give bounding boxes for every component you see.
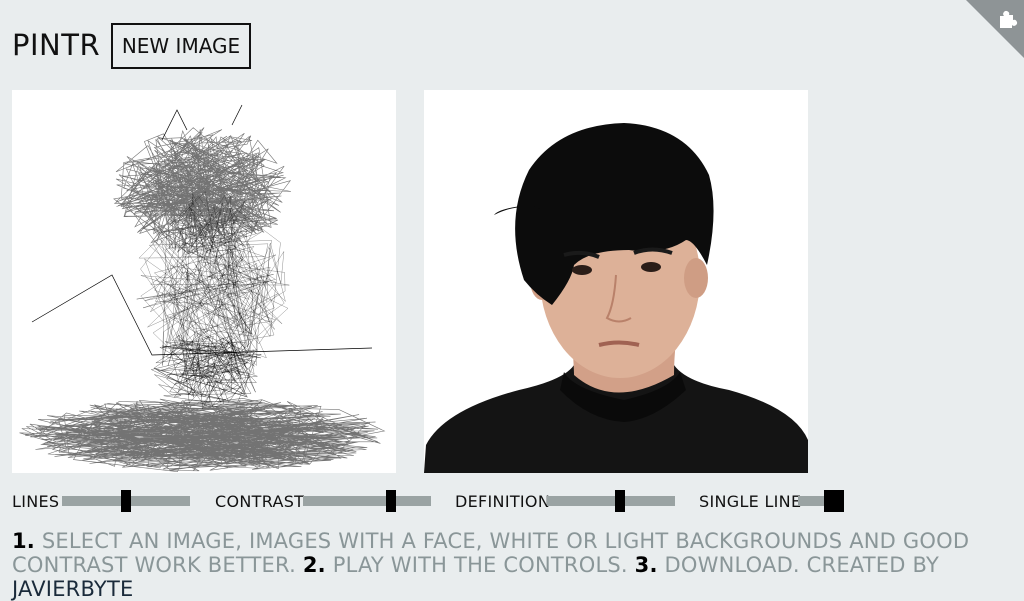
line-drawing-canvas — [12, 90, 396, 473]
step-2-number: 2. — [302, 553, 326, 577]
contrast-slider[interactable] — [303, 490, 431, 512]
line-drawing — [19, 104, 386, 473]
single-line-toggle[interactable] — [824, 490, 844, 512]
lines-slider[interactable] — [62, 490, 190, 512]
step-3-number: 3. — [634, 553, 658, 577]
author-link[interactable]: JAVIERBYTE — [12, 577, 133, 601]
lines-label: LINES — [12, 492, 60, 511]
contrast-slider-thumb[interactable] — [385, 490, 396, 512]
app-logo: PINTR — [12, 28, 101, 62]
definition-label: DEFINITION — [455, 492, 551, 511]
definition-slider-thumb[interactable] — [615, 490, 626, 512]
instructions-text: 1. SELECT AN IMAGE, IMAGES WITH A FACE, … — [12, 529, 1012, 601]
step-1-number: 1. — [12, 529, 35, 553]
controls-bar: LINES CONTRAST DEFINITION SINGLE LINE — [12, 490, 1012, 514]
step-2-text: PLAY WITH THE CONTROLS. — [325, 553, 635, 577]
step-3-text: DOWNLOAD. CREATED BY — [657, 553, 939, 577]
puzzle-icon[interactable] — [996, 8, 1018, 30]
contrast-label: CONTRAST — [215, 492, 305, 511]
source-photo — [424, 90, 808, 473]
lines-slider-thumb[interactable] — [121, 490, 131, 512]
single-line-label: SINGLE LINE — [699, 492, 802, 511]
definition-slider[interactable] — [547, 490, 675, 512]
new-image-button[interactable]: NEW IMAGE — [111, 23, 251, 69]
portrait-photo — [424, 90, 808, 473]
single-line-toggle-track[interactable] — [798, 496, 824, 506]
